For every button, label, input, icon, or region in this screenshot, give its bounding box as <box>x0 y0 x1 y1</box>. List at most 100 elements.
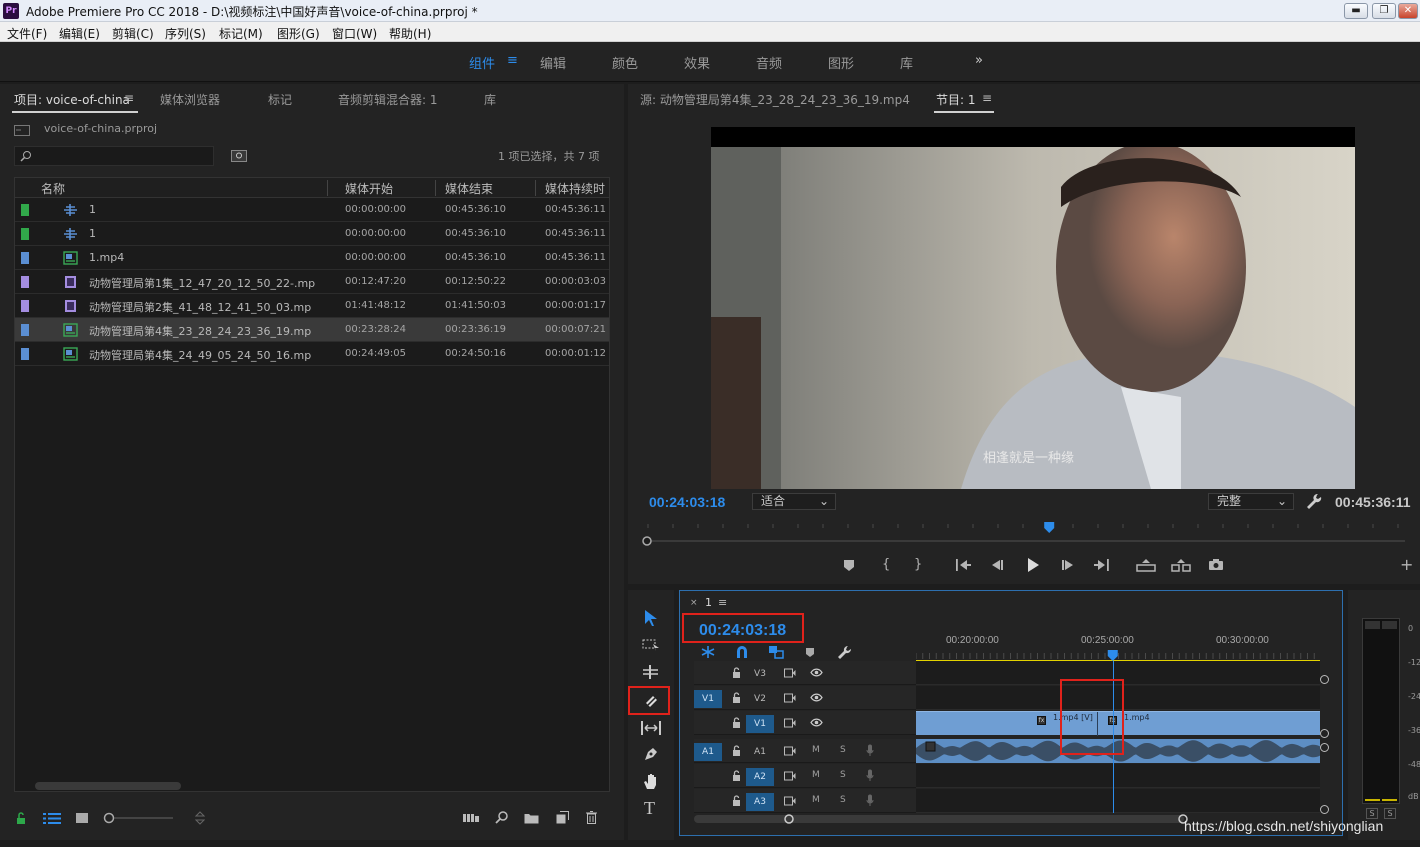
add-marker-icon[interactable] <box>843 559 855 572</box>
track-scroll-handle[interactable] <box>1320 805 1329 814</box>
menu-window[interactable]: 窗口(W) <box>332 25 377 42</box>
snap-magnet-icon[interactable] <box>735 645 749 659</box>
timeline-settings-wrench-icon[interactable] <box>837 645 852 660</box>
sync-lock-icon[interactable] <box>784 771 796 784</box>
export-frame-camera-icon[interactable] <box>1208 558 1224 571</box>
track-scroll-handle[interactable] <box>1320 675 1329 684</box>
sync-lock-icon[interactable] <box>784 718 796 731</box>
track-target-a2[interactable]: A2 <box>746 768 774 786</box>
column-name[interactable]: 名称 <box>41 180 65 197</box>
extract-icon[interactable] <box>1171 558 1191 572</box>
settings-wrench-icon[interactable] <box>1306 493 1322 509</box>
track-lock-icon[interactable] <box>732 717 741 731</box>
workspace-editing[interactable]: 编辑 <box>540 53 566 72</box>
tab-project[interactable]: 项目: voice-of-china <box>14 91 130 108</box>
mark-in-icon[interactable]: { <box>882 557 890 572</box>
type-tool-icon[interactable]: T <box>644 798 655 819</box>
close-sequence-tab-icon[interactable]: × <box>690 598 698 608</box>
track-header-a3[interactable]: A3 M S <box>694 789 916 813</box>
linked-selection-icon[interactable] <box>768 645 784 659</box>
step-forward-icon[interactable] <box>1061 558 1075 572</box>
zoom-slider[interactable] <box>103 811 173 825</box>
workspace-effects[interactable]: 效果 <box>684 53 710 72</box>
step-back-icon[interactable] <box>990 558 1004 572</box>
new-bin-icon[interactable] <box>524 812 539 824</box>
go-to-out-icon[interactable] <box>1094 558 1110 572</box>
meter-solo-right-button[interactable]: S <box>1384 808 1396 819</box>
sequence-tab-menu-icon[interactable]: ≡ <box>718 596 727 609</box>
source-patch-v1[interactable]: V1 <box>694 690 722 708</box>
menu-marker[interactable]: 标记(M) <box>219 25 263 42</box>
button-editor-plus-icon[interactable]: + <box>1400 555 1413 574</box>
tab-media-browser[interactable]: 媒体浏览器 <box>160 91 220 108</box>
source-patch-a1[interactable]: A1 <box>694 743 722 761</box>
workspace-assembly[interactable]: 组件 <box>469 53 495 72</box>
table-row[interactable]: 动物管理局第1集_12_47_20_12_50_22-.mp 00:12:47:2… <box>15 270 609 294</box>
sync-lock-icon[interactable] <box>784 693 796 706</box>
automate-to-sequence-icon[interactable] <box>463 813 479 823</box>
track-lane-a3[interactable] <box>916 789 1320 813</box>
minimize-button[interactable]: ▬ <box>1344 3 1368 19</box>
timeline-horizontal-scrollbar[interactable] <box>694 815 1184 823</box>
label-color-swatch[interactable] <box>21 204 29 216</box>
delete-trash-icon[interactable] <box>586 811 597 824</box>
track-scroll-handle[interactable] <box>1320 743 1329 752</box>
playhead[interactable] <box>1044 522 1055 533</box>
find-icon[interactable] <box>495 811 509 825</box>
label-color-swatch[interactable] <box>21 348 29 360</box>
go-to-in-icon[interactable] <box>955 558 971 572</box>
track-header-a2[interactable]: A2 M S <box>694 764 916 788</box>
track-header-a1[interactable]: A1 A1 M S <box>694 739 916 763</box>
column-media-end[interactable]: 媒体结束 <box>445 180 493 197</box>
label-color-swatch[interactable] <box>21 324 29 336</box>
new-item-icon[interactable] <box>556 811 569 824</box>
menu-file[interactable]: 文件(F) <box>7 25 47 42</box>
track-lock-icon[interactable] <box>732 692 741 706</box>
toggle-track-output-eye-icon[interactable] <box>810 668 823 680</box>
track-lock-icon[interactable] <box>732 770 741 784</box>
label-color-swatch[interactable] <box>21 252 29 264</box>
tab-audio-clip-mixer[interactable]: 音频剪辑混合器: 1 <box>338 91 438 108</box>
program-timecode[interactable]: 00:24:03:18 <box>649 494 725 510</box>
tab-program-menu-icon[interactable]: ≡ <box>982 91 992 105</box>
track-lane-a2[interactable] <box>916 764 1320 788</box>
timeline-add-marker-icon[interactable] <box>805 647 815 658</box>
tab-source-monitor[interactable]: 源: 动物管理局第4集_23_28_24_23_36_19.mp4 <box>640 91 910 108</box>
quality-dropdown[interactable]: 完整 ⌄ <box>1208 493 1294 510</box>
close-button[interactable]: ✕ <box>1398 3 1418 19</box>
toggle-track-output-eye-icon[interactable] <box>810 693 823 705</box>
column-media-duration[interactable]: 媒体持续时 <box>545 180 605 197</box>
toggle-track-output-eye-icon[interactable] <box>810 718 823 730</box>
hand-tool-icon[interactable] <box>642 772 660 790</box>
mute-track-button[interactable]: M <box>812 795 820 805</box>
menu-sequence[interactable]: 序列(S) <box>165 25 206 42</box>
solo-track-button[interactable]: S <box>840 745 846 755</box>
solo-track-button[interactable]: S <box>840 795 846 805</box>
timeline-time-ruler[interactable]: 00:20:00:00 00:25:00:00 00:30:00:00 <box>916 631 1320 663</box>
new-search-bin-icon[interactable] <box>231 150 247 162</box>
track-target-v2[interactable]: V2 <box>746 690 774 708</box>
program-time-ruler[interactable] <box>640 520 1420 548</box>
fit-dropdown[interactable]: 适合 ⌄ <box>752 493 836 510</box>
track-target-v3[interactable]: V3 <box>746 665 774 683</box>
track-lock-icon[interactable] <box>732 795 741 809</box>
track-scroll-handle[interactable] <box>1320 729 1329 738</box>
menu-graphics[interactable]: 图形(G) <box>277 25 320 42</box>
project-horizontal-scrollbar[interactable] <box>35 782 181 790</box>
workspace-audio[interactable]: 音频 <box>756 53 782 72</box>
pen-tool-icon[interactable] <box>643 746 659 762</box>
nest-sequence-icon[interactable] <box>700 645 716 659</box>
ripple-edit-tool-icon[interactable] <box>642 665 660 679</box>
tab-markers[interactable]: 标记 <box>268 91 292 108</box>
column-media-start[interactable]: 媒体开始 <box>345 180 393 197</box>
mute-track-button[interactable]: M <box>812 770 820 780</box>
sync-lock-icon[interactable] <box>784 796 796 809</box>
workspace-overflow-icon[interactable]: » <box>975 53 983 68</box>
workspace-libraries[interactable]: 库 <box>900 53 913 72</box>
icon-view-icon[interactable] <box>76 813 88 823</box>
track-header-v1[interactable]: V1 <box>694 711 916 735</box>
track-target-a1[interactable]: A1 <box>746 743 774 761</box>
tab-libraries[interactable]: 库 <box>484 91 496 108</box>
timeline-playhead[interactable] <box>1107 650 1118 661</box>
table-row[interactable]: 动物管理局第4集_23_28_24_23_36_19.mp 00:23:28:24… <box>15 318 609 342</box>
